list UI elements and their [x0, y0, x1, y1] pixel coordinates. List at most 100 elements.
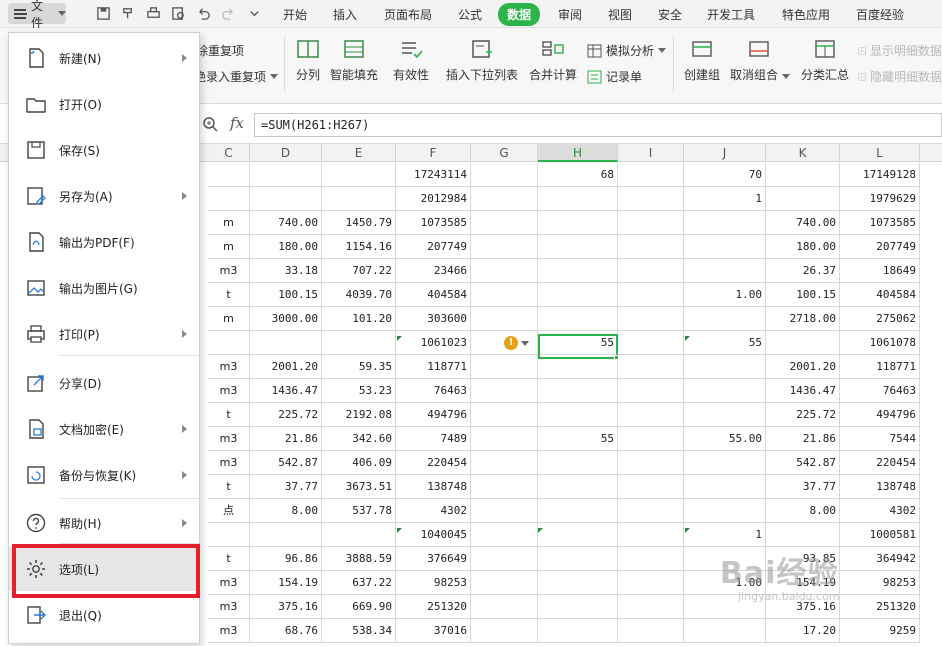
cell-i-row1[interactable]: [618, 163, 684, 187]
create-group-button[interactable]: 创建组: [683, 38, 721, 83]
cell-f-row7[interactable]: 303600: [396, 307, 471, 331]
cell-c-row17[interactable]: t: [208, 547, 250, 571]
cell-i-row14[interactable]: [618, 475, 684, 499]
cell-c-row15[interactable]: 点: [208, 499, 250, 523]
cell-d-row10[interactable]: 1436.47: [250, 379, 322, 403]
cell-g-row13[interactable]: [471, 451, 538, 475]
cell-c-row1[interactable]: [208, 163, 250, 187]
cell-l-row8[interactable]: 1061078: [840, 331, 920, 355]
subtotal-button[interactable]: 分类汇总: [800, 38, 850, 83]
cell-l-row1[interactable]: 17149128: [840, 163, 920, 187]
cell-l-row6[interactable]: 404584: [840, 283, 920, 307]
cell-c-row16[interactable]: [208, 523, 250, 547]
cell-j-row4[interactable]: [684, 235, 766, 259]
cell-k-row11[interactable]: 225.72: [766, 403, 840, 427]
cell-l-row14[interactable]: 138748: [840, 475, 920, 499]
cell-i-row19[interactable]: [618, 595, 684, 619]
cell-i-row13[interactable]: [618, 451, 684, 475]
cell-i-row20[interactable]: [618, 619, 684, 643]
tab-review[interactable]: 审阅: [558, 6, 582, 23]
undo-icon[interactable]: [196, 6, 211, 21]
cell-h-row7[interactable]: [538, 307, 618, 331]
cell-l-row5[interactable]: 18649: [840, 259, 920, 283]
cell-g-row17[interactable]: [471, 547, 538, 571]
cell-j-row9[interactable]: [684, 355, 766, 379]
simulate-analysis-button[interactable]: 模拟分析: [587, 42, 667, 59]
cell-f-row9[interactable]: 118771: [396, 355, 471, 379]
column-header-e[interactable]: E: [322, 144, 396, 162]
cell-h-row2[interactable]: [538, 187, 618, 211]
cell-g-row3[interactable]: [471, 211, 538, 235]
cell-k-row7[interactable]: 2718.00: [766, 307, 840, 331]
cell-k-row8[interactable]: [766, 331, 840, 355]
smart-fill-button[interactable]: 智能填充: [330, 38, 378, 83]
cell-l-row11[interactable]: 494796: [840, 403, 920, 427]
cell-f-row17[interactable]: 376649: [396, 547, 471, 571]
column-header-g[interactable]: G: [471, 144, 538, 162]
cell-h-row6[interactable]: [538, 283, 618, 307]
column-header-f[interactable]: F: [396, 144, 471, 162]
print-preview-icon[interactable]: [171, 6, 186, 21]
cell-e-row1[interactable]: [322, 163, 396, 187]
cell-k-row5[interactable]: 26.37: [766, 259, 840, 283]
cell-c-row12[interactable]: m3: [208, 427, 250, 451]
cell-l-row3[interactable]: 1073585: [840, 211, 920, 235]
cell-e-row5[interactable]: 707.22: [322, 259, 396, 283]
cell-e-row16[interactable]: [322, 523, 396, 547]
cell-d-row16[interactable]: [250, 523, 322, 547]
file-menu-item-export-pdf[interactable]: 输出为PDF(F): [9, 220, 199, 264]
cell-d-row20[interactable]: 68.76: [250, 619, 322, 643]
cell-i-row18[interactable]: [618, 571, 684, 595]
cell-f-row10[interactable]: 76463: [396, 379, 471, 403]
cell-e-row3[interactable]: 1450.79: [322, 211, 396, 235]
cell-i-row12[interactable]: [618, 427, 684, 451]
cell-g-row10[interactable]: [471, 379, 538, 403]
cell-h-row15[interactable]: [538, 499, 618, 523]
tab-insert[interactable]: 插入: [333, 6, 357, 23]
cell-k-row10[interactable]: 1436.47: [766, 379, 840, 403]
cell-f-row6[interactable]: 404584: [396, 283, 471, 307]
cell-e-row18[interactable]: 637.22: [322, 571, 396, 595]
cell-g-row1[interactable]: [471, 163, 538, 187]
cell-g-row20[interactable]: [471, 619, 538, 643]
cell-c-row18[interactable]: m3: [208, 571, 250, 595]
cell-c-row11[interactable]: t: [208, 403, 250, 427]
save-icon[interactable]: [96, 6, 111, 21]
print-icon[interactable]: [146, 6, 161, 21]
cell-h-row9[interactable]: [538, 355, 618, 379]
cell-i-row4[interactable]: [618, 235, 684, 259]
cell-c-row14[interactable]: t: [208, 475, 250, 499]
cell-h-row12[interactable]: 55: [538, 427, 618, 451]
file-menu-item-new-file[interactable]: 新建(N): [9, 36, 199, 80]
format-painter-icon[interactable]: [121, 6, 136, 21]
cell-g-row14[interactable]: [471, 475, 538, 499]
cell-c-row20[interactable]: m3: [208, 619, 250, 643]
cell-j-row2[interactable]: 1: [684, 187, 766, 211]
cell-d-row1[interactable]: [250, 163, 322, 187]
cell-l-row19[interactable]: 251320: [840, 595, 920, 619]
tab-home[interactable]: 开始: [283, 6, 307, 23]
cell-e-row14[interactable]: 3673.51: [322, 475, 396, 499]
tab-baidu-jingyan[interactable]: 百度经验: [856, 6, 904, 23]
cell-l-row7[interactable]: 275062: [840, 307, 920, 331]
cell-d-row2[interactable]: [250, 187, 322, 211]
cell-j-row6[interactable]: 1.00: [684, 283, 766, 307]
redo-icon[interactable]: [221, 6, 236, 21]
cell-i-row6[interactable]: [618, 283, 684, 307]
cell-e-row2[interactable]: [322, 187, 396, 211]
cell-i-row7[interactable]: [618, 307, 684, 331]
cell-e-row19[interactable]: 669.90: [322, 595, 396, 619]
cell-h-row17[interactable]: [538, 547, 618, 571]
cell-c-row8[interactable]: [208, 331, 250, 355]
cell-k-row20[interactable]: 17.20: [766, 619, 840, 643]
validity-button[interactable]: 有效性: [388, 38, 434, 83]
cell-h-row16[interactable]: [538, 523, 618, 547]
cell-l-row16[interactable]: 1000581: [840, 523, 920, 547]
cell-l-row12[interactable]: 7544: [840, 427, 920, 451]
cell-h-row5[interactable]: [538, 259, 618, 283]
cell-h-row20[interactable]: [538, 619, 618, 643]
cell-k-row16[interactable]: [766, 523, 840, 547]
cell-f-row13[interactable]: 220454: [396, 451, 471, 475]
cell-c-row19[interactable]: m3: [208, 595, 250, 619]
cell-k-row4[interactable]: 180.00: [766, 235, 840, 259]
